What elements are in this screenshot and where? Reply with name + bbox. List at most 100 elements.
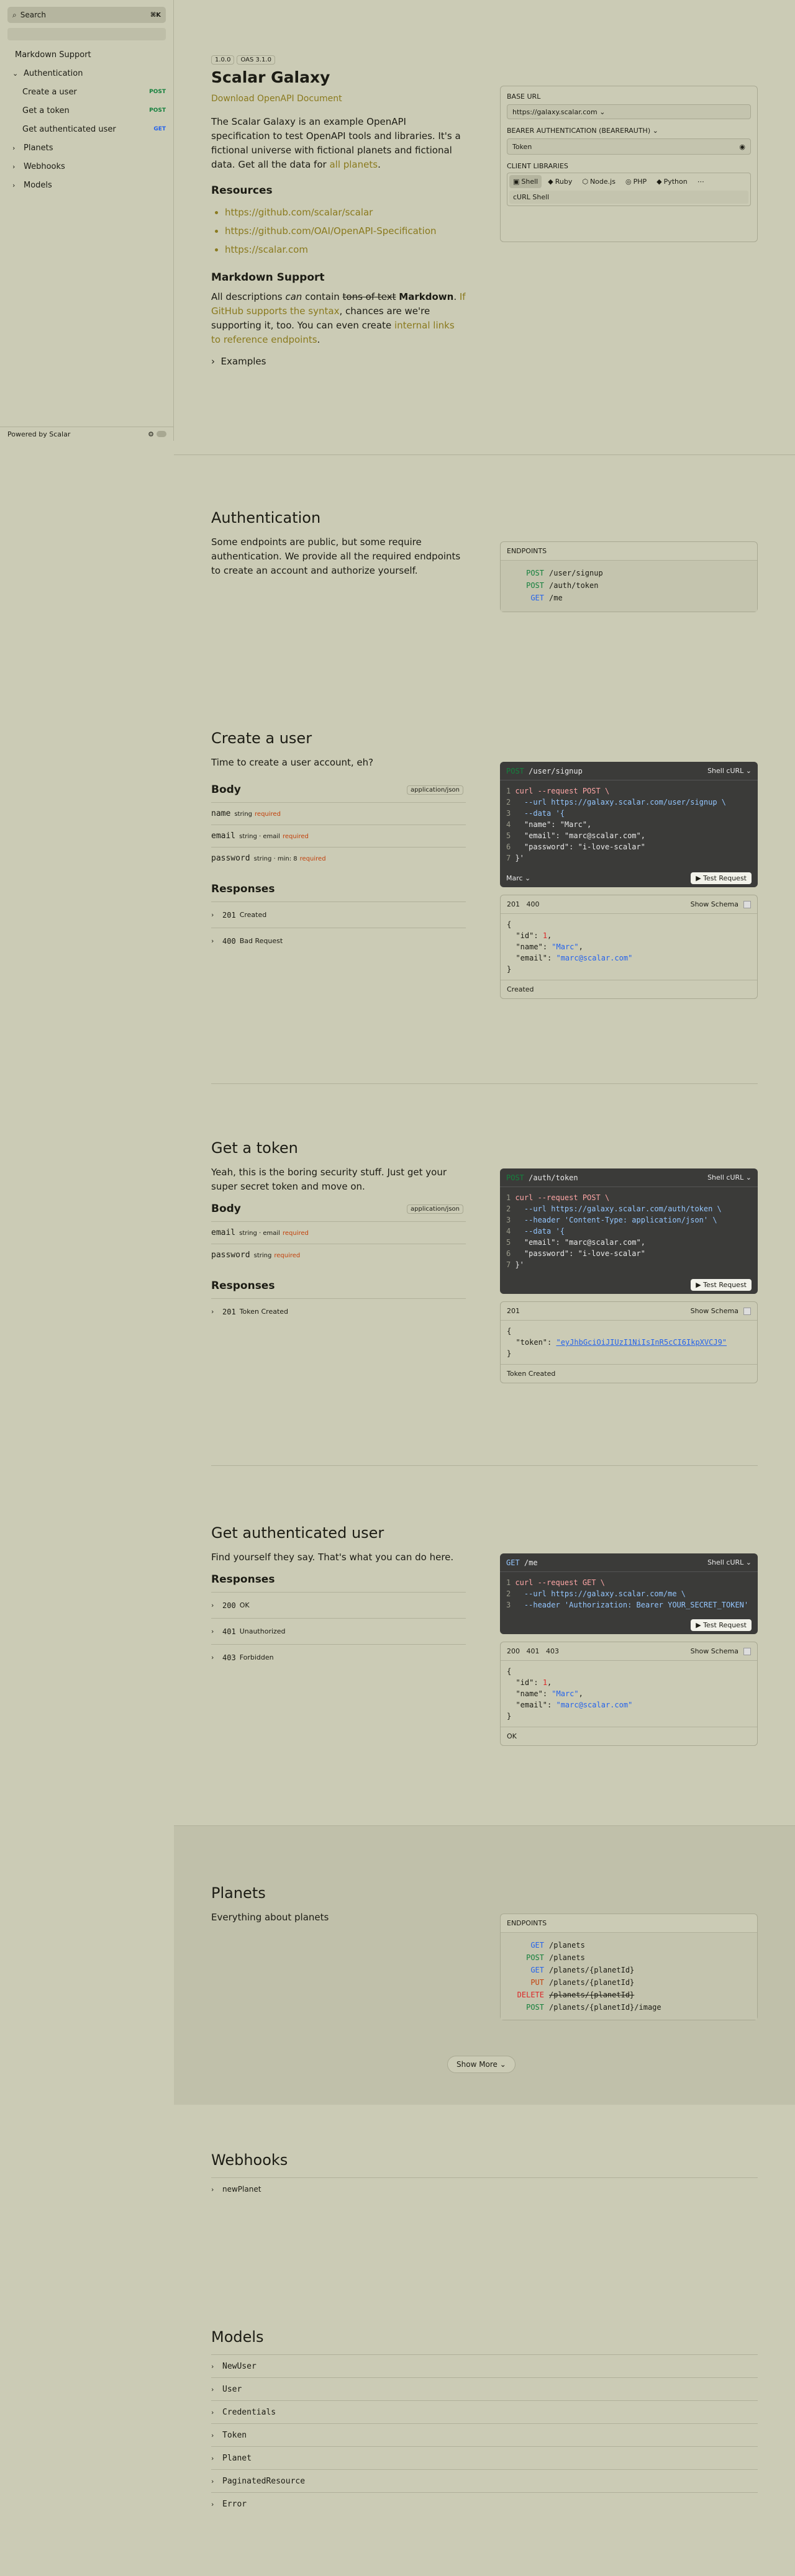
model-name: NewUser (222, 2361, 257, 2371)
example-select[interactable]: Marc ⌄ (506, 874, 530, 882)
code-line: 7 }' (506, 1259, 752, 1270)
endpoint-row[interactable]: POST/user/signup (507, 567, 751, 579)
show-more-button[interactable]: Show More ⌄ (447, 2056, 516, 2073)
test-request-button[interactable]: ▶ Test Request (691, 1619, 752, 1631)
response-row[interactable]: › 201 Created (211, 902, 466, 928)
chevron-right-icon: › (211, 2477, 214, 2485)
text: can (285, 291, 302, 302)
chevron-right-icon: › (211, 937, 214, 945)
endpoint-row[interactable]: POST/planets/{planetId}/image (507, 2001, 751, 2013)
client-selected[interactable]: cURL Shell (509, 191, 748, 204)
text: . (378, 159, 381, 170)
page-title: Scalar Galaxy (211, 68, 330, 86)
examples-toggle[interactable]: › Examples (211, 356, 466, 367)
sidebar-item-markdown[interactable]: Markdown Support (0, 45, 173, 64)
response-tabs[interactable]: 201 (507, 1307, 520, 1315)
endpoint-row[interactable]: PUT/planets/{planetId} (507, 1976, 751, 1989)
response-tabs[interactable]: 200 401 403 (507, 1647, 559, 1655)
more-icon[interactable]: ⋯ (694, 175, 708, 188)
token-input[interactable]: Token ◉ (507, 138, 751, 155)
text: Markdown (399, 291, 454, 302)
test-request-button[interactable]: ▶ Test Request (691, 1278, 752, 1291)
tab-shell[interactable]: ▣ Shell (509, 175, 542, 188)
tab-ruby[interactable]: ◆ Ruby (544, 175, 576, 188)
show-schema-toggle[interactable]: Show Schema (691, 900, 738, 908)
markdown-description: All descriptions can contain tons of tex… (211, 290, 466, 347)
response-tabs[interactable]: 201 400 (507, 900, 539, 908)
request-example: POST /auth/token Shell cURL ⌄ 1 curl --re… (500, 1168, 758, 1294)
checkbox[interactable] (743, 900, 751, 908)
response-footer: OK (501, 1727, 757, 1745)
endpoint-row[interactable]: GET/planets (507, 1939, 751, 1951)
search-icon: ⌕ (12, 10, 17, 19)
show-schema-toggle[interactable]: Show Schema (691, 1647, 738, 1655)
path: /user/signup (529, 766, 583, 775)
line-text: --url https://galaxy.scalar.com/auth/tok… (515, 1204, 722, 1213)
endpoint-row[interactable]: POST/planets (507, 1951, 751, 1964)
language-select[interactable]: Shell cURL ⌄ (707, 1173, 752, 1182)
auth-label[interactable]: BEARER AUTHENTICATION (BEARERAUTH) ⌄ (507, 127, 751, 135)
endpoint-row[interactable]: GET/planets/{planetId} (507, 1964, 751, 1976)
content-type[interactable]: application/json (407, 1204, 463, 1214)
language-select[interactable]: Shell cURL ⌄ (707, 1558, 752, 1566)
sidebar-item-create-user[interactable]: Create a user POST (0, 83, 173, 101)
tab-php[interactable]: ◎ PHP (622, 175, 650, 188)
sidebar-item-webhooks[interactable]: › Webhooks (0, 157, 173, 176)
line-number: 1 (506, 1193, 516, 1202)
sidebar-item-planets[interactable]: › Planets (0, 138, 173, 157)
endpoint-row[interactable]: POST/auth/token (507, 579, 751, 592)
checkbox[interactable] (743, 1307, 751, 1315)
sidebar-item-models[interactable]: › Models (0, 176, 173, 194)
response-row[interactable]: › 200 OK (211, 1592, 466, 1618)
endpoint-row[interactable]: GET/me (507, 592, 751, 604)
sidebar-item-get-me[interactable]: Get authenticated user GET (0, 120, 173, 138)
resource-link[interactable]: https://github.com/scalar/scalar (225, 203, 466, 222)
show-schema-toggle[interactable]: Show Schema (691, 1307, 738, 1315)
section-title: Create a user (211, 730, 312, 747)
code-line: 3 --data '{ (506, 808, 752, 819)
model-row[interactable]: › Token (211, 2423, 758, 2446)
response-row[interactable]: › 201 Token Created (211, 1298, 466, 1324)
powered-by: Powered by Scalar (7, 430, 71, 438)
node-icon: ⬡ (582, 178, 588, 186)
line-text: "password": "i-love-scalar" (515, 1249, 645, 1258)
test-request-button[interactable]: ▶ Test Request (691, 872, 752, 884)
responses-heading: Responses (211, 1573, 275, 1586)
line-number: 1 (506, 1578, 516, 1587)
download-link[interactable]: Download OpenAPI Document (211, 94, 466, 104)
response-row[interactable]: › 400 Bad Request (211, 928, 466, 954)
all-planets-link[interactable]: all planets (329, 159, 378, 170)
tab-label: Node.js (589, 178, 616, 186)
language-select[interactable]: Shell cURL ⌄ (707, 767, 752, 775)
theme-toggle[interactable]: ⚙ (148, 430, 166, 438)
base-url-select[interactable]: https://galaxy.scalar.com ⌄ (507, 104, 751, 119)
model-row[interactable]: › Credentials (211, 2400, 758, 2423)
code-line: 4 "name": "Marc", (506, 819, 752, 830)
model-row[interactable]: › PaginatedResource (211, 2469, 758, 2492)
model-row[interactable]: › Error (211, 2492, 758, 2515)
method: POST (506, 1173, 524, 1182)
tab-python[interactable]: ◆ Python (653, 175, 691, 188)
resource-link[interactable]: https://scalar.com (225, 240, 466, 259)
search-input[interactable]: ⌕ Search ⌘K (7, 7, 166, 23)
content-type[interactable]: application/json (407, 785, 463, 795)
checkbox[interactable] (743, 1647, 751, 1655)
sidebar-item-authentication[interactable]: ⌄ Authentication (0, 64, 173, 83)
button-label: Test Request (703, 1280, 747, 1289)
response-row[interactable]: › 403 Forbidden (211, 1644, 466, 1670)
endpoint-row[interactable]: DELETE/planets/{planetId} (507, 1989, 751, 2001)
webhook-name: newPlanet (222, 2185, 261, 2194)
param-type: string · email (239, 1230, 280, 1237)
model-row[interactable]: › NewUser (211, 2354, 758, 2377)
eye-icon[interactable]: ◉ (739, 143, 745, 151)
tab-node[interactable]: ⬡ Node.js (578, 175, 619, 188)
resource-link[interactable]: https://github.com/OAI/OpenAPI-Specifica… (225, 222, 466, 240)
model-row[interactable]: › Planet (211, 2446, 758, 2469)
status-desc: Unauthorized (239, 1627, 286, 1635)
webhook-row[interactable]: › newPlanet (211, 2177, 758, 2200)
sidebar-item-get-token[interactable]: Get a token POST (0, 101, 173, 120)
model-row[interactable]: › User (211, 2377, 758, 2400)
response-footer: Token Created (501, 1364, 757, 1383)
resources-list: https://github.com/scalar/scalar https:/… (225, 203, 466, 259)
response-row[interactable]: › 401 Unauthorized (211, 1618, 466, 1644)
